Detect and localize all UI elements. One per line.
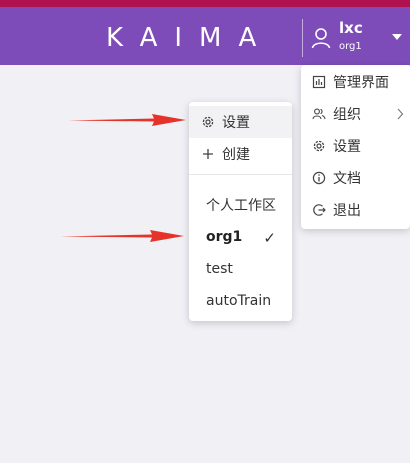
- annotation-arrow-settings: [68, 114, 186, 126]
- gear-icon: [312, 139, 326, 153]
- user-name[interactable]: lxc: [339, 19, 363, 37]
- workspace-item-label: test: [206, 261, 233, 277]
- user-menu-label: 管理界面: [333, 75, 389, 91]
- user-org[interactable]: org1: [339, 41, 362, 52]
- user-icon[interactable]: [311, 27, 331, 49]
- annotation-arrow-org1: [60, 230, 184, 242]
- workspace-settings-item[interactable]: 设置: [189, 106, 292, 138]
- logout-icon: [312, 203, 326, 217]
- chevron-down-icon[interactable]: [391, 33, 403, 41]
- user-menu-settings[interactable]: 设置: [301, 130, 410, 162]
- workspace-item-label: autoTrain: [206, 293, 272, 309]
- chevron-right-icon: [397, 108, 404, 120]
- workspace-item-personal[interactable]: 个人工作区: [189, 189, 292, 221]
- top-accent-strip: [0, 0, 410, 7]
- workspace-item-test[interactable]: test: [189, 253, 292, 285]
- workspace-item-autotrain[interactable]: autoTrain: [189, 285, 292, 317]
- user-menu-admin[interactable]: 管理界面: [301, 66, 410, 98]
- dashboard-icon: [312, 75, 326, 89]
- workspace-create-item[interactable]: 创建: [189, 138, 292, 170]
- workspace-dropdown: 设置 创建 个人工作区 org1 ✓ test autoTrain: [189, 102, 292, 321]
- header-divider: [302, 19, 303, 57]
- team-icon: [312, 107, 326, 121]
- menu-divider: [189, 174, 292, 175]
- workspace-item-label: 个人工作区: [206, 198, 276, 214]
- workspace-item-label: org1: [206, 229, 243, 245]
- user-menu-label: 文档: [333, 171, 361, 187]
- info-icon: [312, 171, 326, 185]
- user-menu-logout[interactable]: 退出: [301, 194, 410, 226]
- workspace-item-org1[interactable]: org1 ✓: [189, 221, 292, 253]
- check-icon: ✓: [263, 229, 276, 247]
- user-menu-docs[interactable]: 文档: [301, 162, 410, 194]
- user-menu-label: 退出: [333, 203, 361, 219]
- app-header: KAIMA lxc org1: [0, 7, 410, 65]
- workspace-settings-label: 设置: [222, 115, 250, 131]
- user-menu-organization[interactable]: 组织: [301, 98, 410, 130]
- user-dropdown: 管理界面 组织 设置 文档 退出: [301, 65, 410, 229]
- user-menu-label: 设置: [333, 139, 361, 155]
- kaima-logo[interactable]: KAIMA: [106, 23, 273, 53]
- gear-icon: [201, 115, 215, 129]
- plus-icon: [201, 147, 215, 161]
- user-menu-label: 组织: [333, 107, 361, 123]
- workspace-create-label: 创建: [222, 147, 250, 163]
